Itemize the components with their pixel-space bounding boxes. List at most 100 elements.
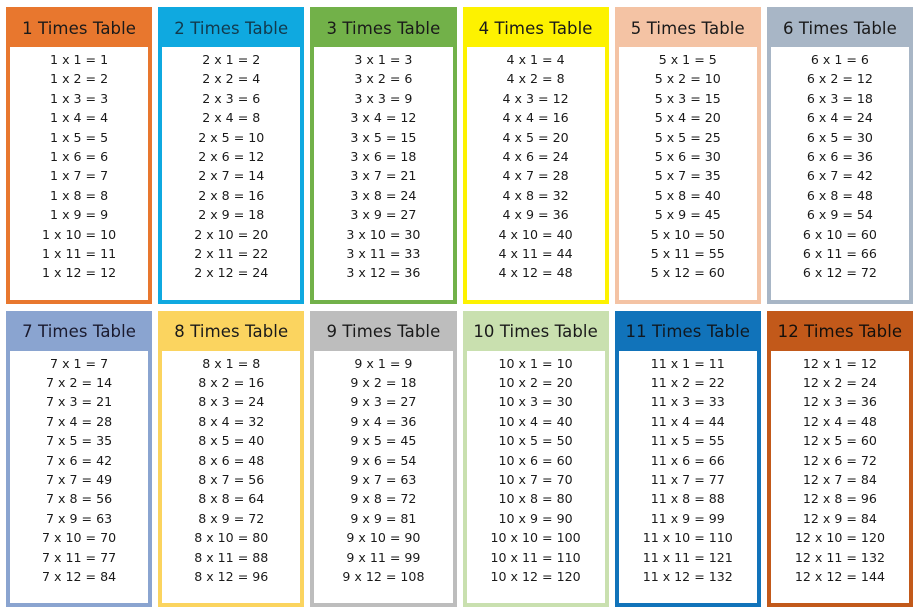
times-table-row: 1 x 7 = 7 [50, 168, 109, 184]
times-table-row: 10 x 8 = 80 [498, 491, 573, 507]
card-title-11: 11 Times Table [625, 322, 750, 342]
times-table-row: 9 x 6 = 54 [350, 452, 417, 468]
times-table-row: 3 x 2 = 6 [354, 71, 413, 87]
times-table-row: 3 x 12 = 36 [346, 265, 421, 281]
times-table-row: 10 x 10 = 100 [490, 530, 581, 546]
times-table-row: 5 x 2 = 10 [654, 71, 721, 87]
times-table-row: 6 x 7 = 42 [806, 168, 873, 184]
times-table-card-11: 11 Times Table 11 x 1 = 11 11 x 2 = 22 11 x… [614, 310, 761, 607]
times-table-row: 4 x 8 = 32 [502, 187, 569, 203]
times-table-row: 1 x 12 = 12 [42, 265, 117, 281]
times-table-row: 6 x 5 = 30 [806, 129, 873, 145]
times-table-row: 12 x 8 = 96 [802, 491, 877, 507]
times-table-row: 4 x 1 = 4 [506, 52, 565, 67]
card-title-4: 4 Times Table [478, 18, 593, 38]
times-table-row: 9 x 5 = 45 [350, 433, 417, 449]
times-table-row: 7 x 1 = 7 [50, 355, 109, 371]
times-table-row: 1 x 3 = 3 [50, 90, 109, 106]
times-table-row: 8 x 6 = 48 [198, 452, 265, 468]
times-table-row: 9 x 4 = 36 [350, 413, 417, 429]
card-header-3: 3 Times Table [314, 11, 453, 47]
card-header-12: 12 Times Table [770, 314, 909, 351]
times-table-row: 5 x 7 = 35 [654, 168, 721, 184]
card-body-7: 7 x 1 = 7 7 x 2 = 14 7 x 3 = 21 7 x 4 = 28 7… [10, 350, 149, 603]
times-table-row: 10 x 2 = 20 [498, 374, 573, 390]
times-table-row: 1 x 8 = 8 [50, 187, 109, 203]
times-table-row: 10 x 4 = 40 [498, 413, 573, 429]
times-table-row: 5 x 8 = 40 [654, 187, 721, 203]
times-table-card-1: 1 Times Table 1 x 1 = 1 1 x 2 = 2 1 x 3 = 3… [6, 7, 153, 304]
times-table-row: 4 x 4 = 16 [502, 110, 569, 126]
times-table-row: 3 x 10 = 30 [346, 226, 421, 242]
times-table-card-10: 10 Times Table 10 x 1 = 10 10 x 2 = 20 10 x… [462, 310, 609, 607]
times-table-row: 3 x 3 = 9 [354, 90, 413, 106]
times-table-row: 5 x 9 = 45 [654, 207, 721, 223]
times-table-row: 3 x 5 = 15 [350, 129, 417, 145]
times-table-card-7: 7 Times Table 7 x 1 = 7 7 x 2 = 14 7 x 3 = … [6, 310, 153, 607]
times-table-row: 12 x 5 = 60 [802, 433, 877, 449]
times-table-row: 11 x 9 = 99 [650, 510, 725, 526]
card-body-6: 6 x 1 = 6 6 x 2 = 12 6 x 3 = 18 6 x 4 = 24 6… [770, 47, 909, 300]
times-table-row: 6 x 3 = 18 [806, 90, 873, 106]
times-table-row: 10 x 12 = 120 [490, 568, 581, 584]
times-table-row: 8 x 2 = 16 [198, 374, 265, 390]
card-header-6: 6 Times Table [770, 11, 909, 47]
times-table-row: 6 x 10 = 60 [802, 226, 877, 242]
times-table-row: 2 x 7 = 14 [198, 168, 265, 184]
times-table-row: 2 x 3 = 6 [202, 90, 261, 106]
times-table-row: 7 x 7 = 49 [46, 471, 113, 487]
card-body-10: 10 x 1 = 10 10 x 2 = 20 10 x 3 = 30 10 x 4 … [466, 350, 605, 603]
times-table-row: 1 x 2 = 2 [50, 71, 109, 87]
times-table-row: 12 x 3 = 36 [802, 394, 877, 410]
card-title-2: 2 Times Table [174, 18, 289, 38]
card-header-10: 10 Times Table [466, 314, 605, 351]
card-body-5: 5 x 1 = 5 5 x 2 = 10 5 x 3 = 15 5 x 4 = 20 5… [618, 47, 757, 300]
card-header-4: 4 Times Table [466, 11, 605, 47]
times-table-row: 11 x 6 = 66 [650, 452, 725, 468]
times-table-row: 4 x 6 = 24 [502, 149, 569, 165]
card-body-8: 8 x 1 = 8 8 x 2 = 16 8 x 3 = 24 8 x 4 = 32 8… [162, 350, 301, 603]
times-table-row: 10 x 1 = 10 [498, 355, 573, 371]
times-table-row: 10 x 7 = 70 [498, 471, 573, 487]
times-table-row: 10 x 9 = 90 [498, 510, 573, 526]
times-table-row: 5 x 6 = 30 [654, 149, 721, 165]
times-table-row: 4 x 10 = 40 [498, 226, 573, 242]
times-table-row: 11 x 2 = 22 [650, 374, 725, 390]
times-table-row: 12 x 9 = 84 [802, 510, 877, 526]
times-table-row: 12 x 1 = 12 [802, 355, 877, 371]
times-table-row: 5 x 3 = 15 [654, 90, 721, 106]
times-table-row: 8 x 12 = 96 [194, 568, 269, 584]
times-table-row: 12 x 6 = 72 [802, 452, 877, 468]
times-table-row: 1 x 1 = 1 [50, 52, 109, 67]
card-body-3: 3 x 1 = 3 3 x 2 = 6 3 x 3 = 9 3 x 4 = 12 3 x… [314, 47, 453, 300]
times-table-row: 6 x 4 = 24 [806, 110, 873, 126]
times-table-row: 1 x 9 = 9 [50, 207, 109, 223]
times-table-row: 12 x 10 = 120 [794, 530, 885, 546]
times-table-row: 5 x 1 = 5 [658, 52, 717, 67]
times-table-row: 9 x 7 = 63 [350, 471, 417, 487]
times-table-row: 2 x 12 = 24 [194, 265, 269, 281]
times-table-row: 12 x 2 = 24 [802, 374, 877, 390]
times-table-row: 3 x 6 = 18 [350, 149, 417, 165]
times-table-row: 5 x 10 = 50 [650, 226, 725, 242]
times-table-row: 9 x 9 = 81 [350, 510, 417, 526]
times-table-row: 4 x 3 = 12 [502, 90, 569, 106]
card-title-1: 1 Times Table [22, 18, 137, 38]
times-table-row: 7 x 3 = 21 [46, 394, 113, 410]
times-table-row: 3 x 9 = 27 [350, 207, 417, 223]
times-table-row: 8 x 1 = 8 [202, 355, 261, 371]
times-table-row: 6 x 11 = 66 [802, 246, 877, 262]
times-table-row: 2 x 8 = 16 [198, 187, 265, 203]
card-body-12: 12 x 1 = 12 12 x 2 = 24 12 x 3 = 36 12 x 4 … [770, 350, 909, 603]
times-table-row: 9 x 1 = 9 [354, 355, 413, 371]
times-table-card-3: 3 Times Table 3 x 1 = 3 3 x 2 = 6 3 x 3 = 9… [310, 7, 457, 304]
times-table-card-8: 8 Times Table 8 x 1 = 8 8 x 2 = 16 8 x 3 = … [158, 310, 305, 607]
card-body-11: 11 x 1 = 11 11 x 2 = 22 11 x 3 = 33 11 x 4 … [618, 350, 757, 603]
times-table-row: 11 x 10 = 110 [642, 530, 733, 546]
times-table-row: 7 x 11 = 77 [42, 549, 117, 565]
times-table-card-12: 12 Times Table 12 x 1 = 12 12 x 2 = 24 12 x… [766, 310, 913, 607]
times-table-row: 4 x 2 = 8 [506, 71, 565, 87]
card-title-9: 9 Times Table [326, 322, 441, 342]
times-table-row: 10 x 3 = 30 [498, 394, 573, 410]
times-table-row: 9 x 2 = 18 [350, 374, 417, 390]
